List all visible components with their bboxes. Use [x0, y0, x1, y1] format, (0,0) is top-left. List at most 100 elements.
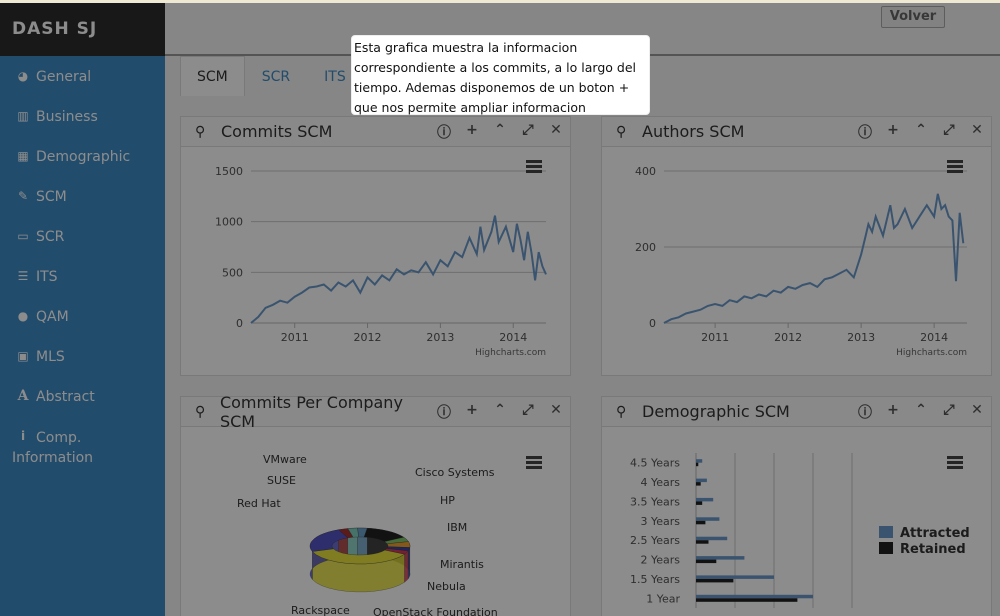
legend-swatch	[879, 526, 893, 538]
plus-icon[interactable]: +	[879, 402, 907, 422]
info-icon[interactable]: ⓘ	[430, 402, 458, 422]
panel-title: Commits SCM	[221, 122, 333, 141]
info-icon[interactable]: ⓘ	[851, 402, 879, 422]
y-tick-label: 400	[635, 165, 656, 178]
menu-bar	[526, 160, 542, 163]
bar	[696, 501, 703, 505]
sidebar-item-business[interactable]: ▥ Business	[0, 98, 165, 138]
bar	[696, 462, 699, 467]
legend-swatch	[879, 542, 893, 554]
y-tick-label: 200	[635, 241, 656, 254]
x-tick-label: 2012	[774, 331, 802, 344]
bar	[696, 478, 707, 483]
tab-scm[interactable]: SCM	[180, 56, 245, 96]
close-icon[interactable]: ✕	[542, 402, 570, 422]
series-line	[250, 215, 547, 324]
chart-credit: Highcharts.com	[475, 348, 546, 358]
panel-controls: ⓘ + ⌃ ⤢ ✕	[851, 122, 991, 142]
pie-slice-side	[404, 550, 409, 583]
chart-menu-icon	[526, 456, 542, 469]
tab-scr[interactable]: SCR	[245, 56, 307, 96]
pie-label: Cisco Systems	[415, 466, 495, 479]
expand-icon[interactable]: ⤢	[935, 402, 963, 422]
sidebar-item-demographic[interactable]: ▦ Demographic	[0, 138, 165, 178]
pie-label: OpenStack Foundation	[373, 606, 498, 616]
sidebar-item-label: Business	[36, 109, 98, 125]
sidebar-item-mls[interactable]: ▣ MLS	[0, 338, 165, 378]
sidebar-item-comp-information[interactable]: i Comp. Information	[0, 418, 165, 468]
plus-icon[interactable]: +	[879, 122, 907, 142]
chart-menu-icon	[947, 456, 963, 469]
sidebar: DASH SJ ◕ General ▥ Business ▦ Demographic …	[0, 0, 165, 616]
search-icon[interactable]: ⚲	[195, 124, 213, 140]
menu-bar	[947, 456, 963, 459]
y-tick-label: 3.5 Years	[630, 495, 680, 508]
sidebar-item-scm[interactable]: ✎ SCM	[0, 178, 165, 218]
bar	[696, 459, 703, 463]
list-icon: ☰	[17, 269, 29, 283]
sidebar-nav: ◕ General ▥ Business ▦ Demographic ✎ SCM ▭ SC…	[0, 56, 165, 468]
app-logo[interactable]: DASH SJ	[0, 0, 165, 56]
sidebar-item-its[interactable]: ☰ ITS	[0, 258, 165, 298]
chevron-up-icon[interactable]: ⌃	[907, 122, 935, 142]
pie-label: Mirantis	[440, 558, 484, 571]
chevron-up-icon[interactable]: ⌃	[486, 402, 514, 422]
panel-header: ⚲ Commits SCM ⓘ + ⌃ ⤢ ✕	[181, 117, 570, 147]
close-icon[interactable]: ✕	[542, 122, 570, 142]
search-icon[interactable]: ⚲	[195, 404, 212, 420]
volver-button[interactable]: Volver	[881, 6, 945, 28]
sidebar-item-label: QAM	[36, 309, 69, 325]
sidebar-item-general[interactable]: ◕ General	[0, 58, 165, 98]
expand-icon[interactable]: ⤢	[935, 122, 963, 142]
search-icon[interactable]: ⚲	[616, 124, 634, 140]
chevron-up-icon[interactable]: ⌃	[907, 402, 935, 422]
info-icon[interactable]: ⓘ	[430, 122, 458, 142]
y-tick-label: 3 Years	[640, 515, 680, 528]
pie-label: HP	[440, 494, 455, 507]
sidebar-item-label: General	[36, 69, 92, 85]
sidebar-item-label: MLS	[36, 349, 65, 365]
chevron-up-icon[interactable]: ⌃	[486, 122, 514, 142]
y-tick-label: 1500	[215, 165, 243, 178]
plus-icon[interactable]: +	[458, 402, 486, 422]
menu-bar	[947, 461, 963, 464]
pie-label: IBM	[447, 521, 467, 534]
pie-label: VMware	[263, 453, 307, 466]
plus-icon[interactable]: +	[458, 122, 486, 142]
expand-icon[interactable]: ⤢	[514, 402, 542, 422]
legend-label: Attracted	[900, 526, 970, 541]
y-tick-label: 1000	[215, 216, 243, 229]
x-tick-label: 2013	[847, 331, 875, 344]
font-icon: A	[17, 388, 29, 404]
menu-bar	[526, 165, 542, 168]
info-icon[interactable]: ⓘ	[851, 122, 879, 142]
panel-header: ⚲ Authors SCM ⓘ + ⌃ ⤢ ✕	[602, 117, 991, 147]
company-panel: ⚲ Commits Per Company SCM ⓘ + ⌃ ⤢ ✕ Cisc…	[180, 392, 571, 616]
chart-credit: Highcharts.com	[896, 348, 967, 358]
legend-label: Retained	[900, 542, 966, 557]
table-icon: ▦	[17, 149, 29, 163]
y-tick-label: 0	[236, 317, 243, 330]
bar	[696, 598, 798, 602]
bar	[696, 536, 728, 541]
close-icon[interactable]: ✕	[963, 402, 991, 422]
sidebar-item-label: Abstract	[36, 389, 95, 405]
demographic-panel: ⚲ Demographic SCM ⓘ + ⌃ ⤢ ✕ 025050075010…	[601, 396, 992, 616]
x-tick-label: 2014	[499, 331, 527, 344]
browser-top-stripe	[0, 0, 1000, 3]
sidebar-item-scr[interactable]: ▭ SCR	[0, 218, 165, 258]
sidebar-item-label: ITS	[36, 269, 58, 285]
menu-bar	[947, 165, 963, 168]
sidebar-item-abstract[interactable]: A Abstract	[0, 378, 165, 418]
bar	[696, 559, 717, 564]
y-tick-label: 500	[222, 266, 243, 279]
menu-bar	[947, 170, 963, 173]
close-icon[interactable]: ✕	[963, 122, 991, 142]
search-icon[interactable]: ⚲	[616, 404, 634, 420]
panel-title: Commits Per Company SCM	[219, 392, 403, 431]
picture-icon: ▣	[17, 349, 29, 363]
pie-slice-side	[407, 547, 410, 580]
expand-icon[interactable]: ⤢	[514, 122, 542, 142]
sidebar-item-qam[interactable]: ● QAM	[0, 298, 165, 338]
panel-controls: ⓘ + ⌃ ⤢ ✕	[851, 402, 991, 422]
